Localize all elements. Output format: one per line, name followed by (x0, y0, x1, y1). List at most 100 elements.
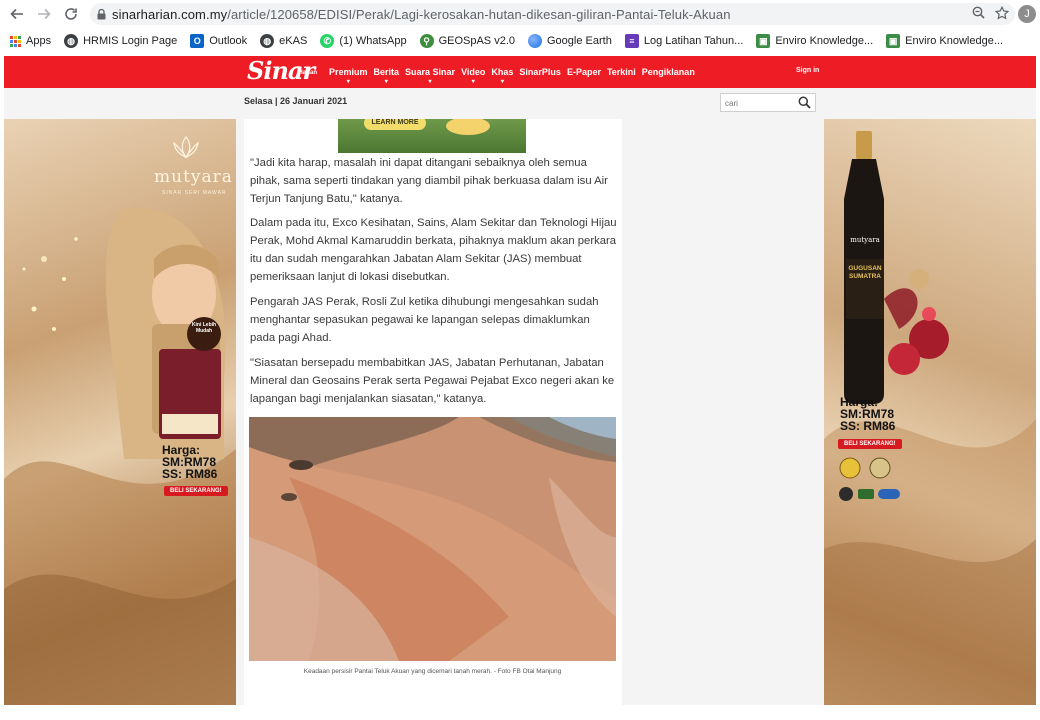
bookmark-label: Enviro Knowledge... (905, 35, 1004, 47)
chevron-down-icon: ▾ (471, 79, 475, 85)
price-ss: SS: RM86 (162, 467, 218, 481)
article-paragraph: "Siasatan bersepadu membabitkan JAS, Jab… (250, 357, 615, 405)
banner-cta[interactable]: LEARN MORE (364, 119, 426, 130)
nav-label: Berita (373, 67, 400, 77)
browser-toolbar: sinarharian.com.my/article/120658/EDISI/… (0, 0, 1040, 28)
image-icon: ▣ (756, 34, 771, 48)
bottle-product: GUGUSAN SUMATRA (848, 265, 882, 280)
nav-item-suara-sinar[interactable]: Suara Sinar ▾ (405, 67, 456, 85)
arrow-left-icon (10, 8, 23, 20)
left-advertisement[interactable]: mutyara SINAR SERI MAWAR Kini Lebih Muda… (4, 119, 236, 705)
google-earth-icon (528, 34, 542, 48)
apps-grid-icon (10, 35, 21, 47)
article-photo[interactable] (249, 417, 616, 661)
url-host: sinarharian.com.my (112, 6, 228, 22)
chevron-down-icon: ▾ (500, 79, 504, 85)
nav-label: Suara Sinar (405, 67, 456, 77)
nav-label: Video (461, 67, 486, 77)
bookmark-label: eKAS (279, 35, 308, 47)
bookmark-label: GEOSpAS v2.0 (438, 35, 515, 47)
nav-label: Khas (491, 67, 514, 77)
ad-price: Harga: SM:RM78 SS: RM86 (840, 396, 895, 432)
geospas-icon: ⚲ (419, 34, 434, 48)
forward-button[interactable] (31, 1, 57, 27)
banner-advertisement[interactable]: LEARN MORE (338, 119, 526, 153)
whatsapp-icon: ✆ (320, 34, 335, 48)
nav-item-sinarplus[interactable]: SinarPlus (519, 67, 561, 77)
bookmark-ekas[interactable]: ◍ eKAS (260, 34, 307, 48)
bookmark-label: Log Latihan Tahun... (643, 35, 744, 47)
ad-background-art (4, 208, 236, 705)
nav-label: E-Paper (566, 67, 601, 77)
bookmark-enviro-1[interactable]: ▣ Enviro Knowledge... (756, 34, 873, 48)
bookmark-outlook[interactable]: O Outlook (190, 34, 247, 48)
forms-icon: ≡ (624, 34, 639, 48)
nav-item-e-paper[interactable]: E-Paper (567, 67, 601, 77)
image-icon: ▣ (886, 34, 901, 48)
bookmark-label: Apps (26, 35, 52, 47)
bookmark-geospas[interactable]: ⚲ GEOSpAS v2.0 (419, 34, 515, 48)
date-label: Selasa | 26 Januari 2021 (244, 96, 348, 106)
bookmark-google-earth[interactable]: Google Earth (528, 34, 612, 48)
profile-avatar[interactable]: J (1018, 5, 1036, 23)
bookmark-hrmis[interactable]: ◍ HRMIS Login Page (64, 34, 177, 48)
zoom-icon[interactable] (972, 6, 985, 22)
nav-item-berita[interactable]: Berita ▾ (373, 67, 400, 85)
price-ss: SS: RM86 (840, 419, 896, 433)
bottle-brand: mutyara (850, 236, 880, 244)
bookmarks-bar: Apps ◍ HRMIS Login Page O Outlook ◍ eKAS… (0, 29, 1040, 53)
certification-badges-icon (839, 457, 900, 501)
reload-icon (65, 8, 77, 20)
main-nav: Premium ▾ Berita ▾ Suara Sinar ▾ Video ▾ Kha… (329, 56, 701, 88)
beach-photo (249, 417, 616, 661)
bookmark-label: Outlook (209, 35, 248, 47)
nav-item-pengiklanan[interactable]: Pengiklanan (642, 67, 695, 77)
site-logo[interactable]: Sinar Harian (247, 58, 319, 86)
url-text: sinarharian.com.my/article/120658/EDISI/… (112, 7, 731, 22)
ad-buy-button[interactable]: BELI SEKARANG! (838, 439, 902, 449)
back-button[interactable] (4, 1, 30, 27)
bookmark-label: (1) WhatsApp (339, 35, 407, 47)
search-input[interactable] (725, 97, 795, 109)
ad-buy-button[interactable]: BELI SEKARANG! (164, 486, 228, 496)
sign-in-link[interactable]: Sign in (796, 67, 819, 74)
search-icon[interactable] (798, 96, 811, 114)
chevron-down-icon: ▾ (428, 79, 432, 85)
article-paragraph: Pengarah JAS Perak, Rosli Zul ketika dih… (250, 296, 599, 344)
reload-button[interactable] (58, 1, 84, 27)
bookmark-label: HRMIS Login Page (83, 35, 178, 47)
globe-icon: ◍ (260, 34, 275, 48)
chevron-down-icon: ▾ (346, 79, 350, 85)
nav-label: Premium (329, 67, 368, 77)
bookmark-log-latihan[interactable]: ≡ Log Latihan Tahun... (624, 34, 744, 48)
bookmark-label: Google Earth (547, 35, 612, 47)
nav-item-video[interactable]: Video ▾ (461, 67, 486, 85)
logo-subtext: Harian (298, 70, 317, 76)
nav-label: SinarPlus (519, 67, 561, 77)
bookmark-enviro-2[interactable]: ▣ Enviro Knowledge... (886, 34, 1003, 48)
bookmark-whatsapp[interactable]: ✆ (1) WhatsApp (320, 34, 407, 48)
sub-header: Selasa | 26 Januari 2021 (4, 88, 1036, 119)
lock-icon (90, 8, 112, 20)
nav-item-premium[interactable]: Premium ▾ (329, 67, 368, 85)
ad-price: Harga: SM:RM78 SS: RM86 (162, 444, 217, 480)
search-box (720, 93, 816, 112)
nav-label: Pengiklanan (641, 67, 695, 77)
lotus-logo-icon (173, 136, 199, 159)
site-header: Sinar Harian Premium ▾ Berita ▾ Suara Sina… (4, 56, 1036, 88)
globe-icon: ◍ (64, 34, 79, 48)
nav-item-khas[interactable]: Khas ▾ (491, 67, 514, 85)
nav-label: Terkini (606, 67, 636, 77)
ad-badge: Kini Lebih Mudah (191, 322, 217, 334)
ad-brand: mutyara (154, 167, 233, 187)
chevron-down-icon: ▾ (384, 79, 388, 85)
banner-product-image (446, 119, 490, 135)
bookmark-apps[interactable]: Apps (10, 35, 51, 47)
article-paragraph: Dalam pada itu, Exco Kesihatan, Sains, A… (250, 217, 617, 283)
bookmark-star-icon[interactable] (994, 5, 1010, 23)
right-advertisement[interactable]: mutyara GUGUSAN SUMATRA Harga: SM:RM78 S… (824, 119, 1036, 705)
address-bar[interactable]: sinarharian.com.my/article/120658/EDISI/… (90, 3, 1015, 25)
nav-item-terkini[interactable]: Terkini (607, 67, 636, 77)
url-path: /article/120658/EDISI/Perak/Lagi-kerosak… (227, 6, 731, 22)
outlook-icon: O (190, 34, 205, 48)
